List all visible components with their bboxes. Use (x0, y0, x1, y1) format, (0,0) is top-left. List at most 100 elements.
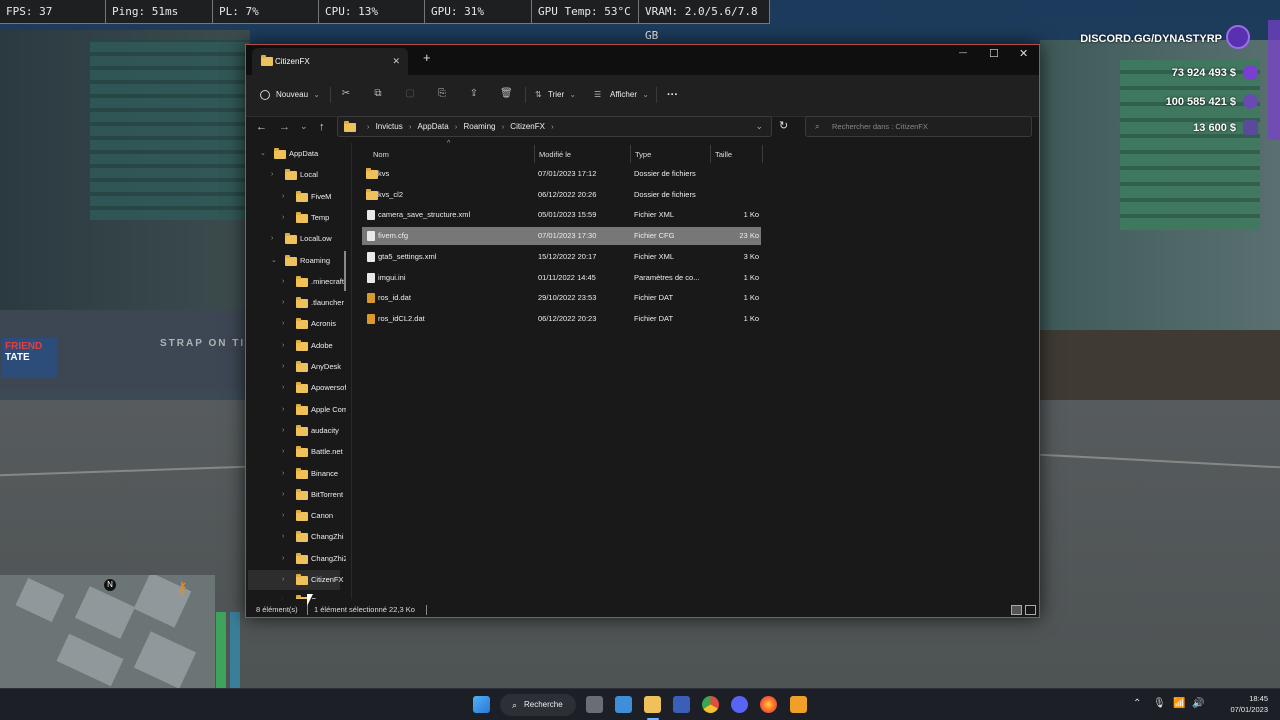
tree-item[interactable]: › .tlauncher (282, 293, 346, 313)
file-row[interactable]: kvs_cl2 06/12/2022 20:26 Dossier de fichie… (362, 186, 761, 204)
chevron-right-icon[interactable]: › (282, 208, 284, 228)
chevron-right-icon[interactable]: › (282, 293, 284, 313)
column-divider[interactable] (762, 145, 763, 163)
firefox-icon[interactable] (760, 696, 777, 713)
pane-divider[interactable] (351, 143, 352, 599)
tree-item[interactable]: › Apple Com (282, 400, 346, 420)
tree-item[interactable]: › Canon (282, 506, 346, 526)
navigation-pane[interactable]: ⌄ AppData › Local › FiveM › Temp › LocalLow ⌄ Roami… (246, 143, 346, 599)
close-tab-icon[interactable]: ✕ (392, 48, 400, 75)
recent-chevron-icon[interactable]: ⌄ (300, 121, 308, 132)
search-box[interactable]: ⌕ Rechercher dans : CitizenFX (805, 116, 1032, 137)
new-button[interactable]: Nouveau ⌄ (260, 87, 320, 103)
file-row[interactable]: gta5_settings.xml 15/12/2022 20:17 Fichier… (362, 248, 761, 266)
tree-item[interactable]: ⌄ AppData (260, 144, 346, 164)
tree-item[interactable]: › AnyDesk (282, 357, 346, 377)
tree-item[interactable]: › Acronis (282, 314, 346, 334)
close-button[interactable]: ✕ (1019, 47, 1028, 60)
photos-icon[interactable] (615, 696, 632, 713)
file-row[interactable]: imgui.ini 01/11/2022 14:45 Paramètres de c… (362, 269, 761, 287)
chevron-right-icon[interactable]: › (271, 165, 273, 185)
file-row[interactable]: ros_id.dat 29/10/2022 23:53 Fichier DAT 1 K… (362, 289, 761, 307)
rename-icon[interactable]: ⎘ (436, 88, 448, 100)
forward-arrow-icon[interactable]: → (279, 121, 290, 133)
chevron-down-icon[interactable]: ⌄ (260, 144, 266, 164)
minimize-button[interactable]: — (959, 48, 967, 57)
tree-item[interactable]: › FiveM (282, 187, 346, 207)
tab-citizenfx[interactable]: CitizenFX ✕ (252, 48, 408, 75)
column-header-name[interactable]: Nom (373, 147, 389, 163)
chevron-right-icon[interactable]: › (282, 506, 284, 526)
tree-item[interactable]: › ChangZhi2 (282, 549, 346, 569)
tree-item[interactable]: › Battle.net (282, 442, 346, 462)
nav-scrollbar[interactable] (344, 251, 346, 291)
show-hidden-icons[interactable]: ⌃ (1133, 698, 1141, 709)
breadcrumb-citizenfx[interactable]: CitizenFX (510, 117, 545, 136)
refresh-icon[interactable]: ↻ (779, 119, 788, 132)
back-arrow-icon[interactable]: ← (256, 121, 267, 133)
share-icon[interactable]: ⇪ (468, 88, 480, 100)
more-options-button[interactable]: ··· (667, 87, 678, 103)
file-row[interactable]: ros_idCL2.dat 06/12/2022 20:23 Fichier DAT… (362, 310, 761, 328)
tree-item[interactable]: › CitizenFX (248, 570, 344, 590)
microphone-icon[interactable]: 🎙 (1153, 698, 1166, 709)
chevron-right-icon[interactable]: › (282, 400, 284, 420)
wifi-icon[interactable]: 📶 (1173, 698, 1185, 709)
chevron-right-icon[interactable]: › (282, 591, 284, 599)
sort-button[interactable]: ⇅ Trier ⌄ (535, 87, 576, 103)
app-icon[interactable] (673, 696, 690, 713)
volume-icon[interactable]: 🔊 (1192, 698, 1204, 709)
chevron-right-icon[interactable]: › (282, 272, 284, 292)
cut-icon[interactable]: ✂ (340, 88, 352, 100)
file-explorer-window[interactable]: CitizenFX ✕ + — ☐ ✕ Nouveau ⌄ ✂ ⧉ ▢ ⎘ ⇪ … (245, 44, 1040, 618)
new-tab-button[interactable]: + (423, 50, 431, 65)
tiles-view-icon[interactable] (1025, 605, 1036, 615)
tree-item[interactable]: › Adobe (282, 336, 346, 356)
chevron-right-icon[interactable]: › (282, 187, 284, 207)
column-header-size[interactable]: Taille (715, 147, 732, 163)
chevron-right-icon[interactable]: › (271, 229, 273, 249)
file-explorer-icon[interactable] (644, 696, 661, 713)
tree-item[interactable]: › LocalLow (271, 229, 346, 249)
chevron-right-icon[interactable]: › (282, 570, 284, 590)
tree-item[interactable]: › Temp (282, 208, 346, 228)
chrome-icon[interactable] (702, 696, 719, 713)
tree-item[interactable]: ⌄ Roaming (271, 251, 346, 271)
column-header-modified[interactable]: Modifié le (539, 147, 571, 163)
tree-item[interactable]: › Binance (282, 464, 346, 484)
chevron-right-icon[interactable]: › (282, 442, 284, 462)
breadcrumb-appdata[interactable]: AppData (418, 117, 449, 136)
title-bar[interactable]: CitizenFX ✕ + — ☐ ✕ (246, 45, 1039, 75)
maximize-button[interactable]: ☐ (989, 47, 999, 60)
chevron-right-icon[interactable]: › (282, 527, 284, 547)
taskbar-search[interactable]: ⌕ Recherche (500, 694, 576, 716)
copy-icon[interactable]: ⧉ (372, 88, 384, 100)
breadcrumb-roaming[interactable]: Roaming (463, 117, 495, 136)
chevron-right-icon[interactable]: › (282, 314, 284, 334)
details-view-icon[interactable] (1011, 605, 1022, 615)
tree-item[interactable]: › Local (271, 165, 346, 185)
file-row[interactable]: kvs 07/01/2023 17:12 Dossier de fichiers (362, 165, 761, 183)
chevron-right-icon[interactable]: › (282, 421, 284, 441)
task-view-icon[interactable] (586, 696, 603, 713)
tree-item[interactable]: › ChangZhi (282, 527, 346, 547)
tree-item[interactable]: › audacity (282, 421, 346, 441)
tree-item[interactable]: › .minecraft (282, 272, 346, 292)
column-divider[interactable] (630, 145, 631, 163)
address-bar[interactable]: › Invictus › AppData › Roaming › Citizen… (337, 116, 772, 137)
start-icon[interactable] (473, 696, 490, 713)
address-dropdown-icon[interactable]: ⌄ (755, 117, 763, 136)
breadcrumb-invictus[interactable]: Invictus (376, 117, 403, 136)
delete-icon[interactable]: 🗑 (500, 88, 513, 100)
tree-item[interactable]: › BitTorrent (282, 485, 346, 505)
file-row[interactable]: fivem.cfg 07/01/2023 17:30 Fichier CFG 23 K… (362, 227, 761, 246)
column-divider[interactable] (534, 145, 535, 163)
chevron-right-icon[interactable]: › (282, 378, 284, 398)
chevron-right-icon[interactable]: › (282, 485, 284, 505)
app-icon[interactable] (790, 696, 807, 713)
chevron-down-icon[interactable]: ⌄ (271, 251, 277, 271)
paste-icon[interactable]: ▢ (404, 88, 416, 100)
column-header-type[interactable]: Type (635, 147, 651, 163)
column-divider[interactable] (710, 145, 711, 163)
view-button[interactable]: ☰ Afficher ⌄ (594, 87, 649, 103)
